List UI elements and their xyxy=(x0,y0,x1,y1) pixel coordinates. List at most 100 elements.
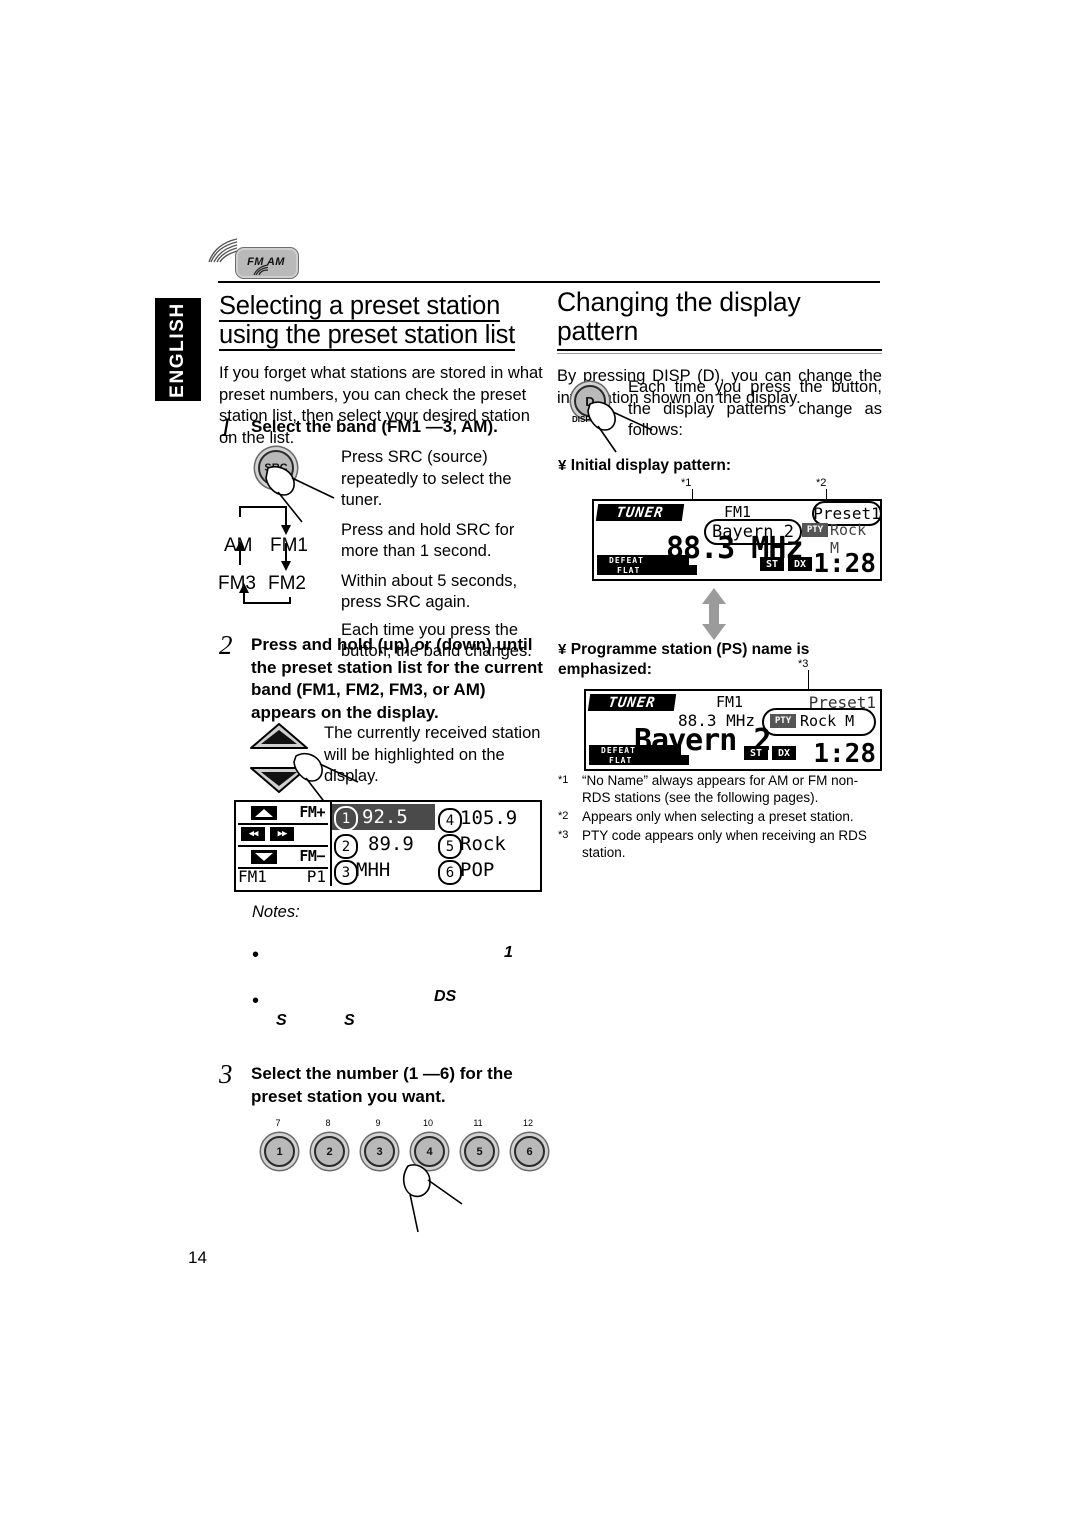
notes-fragment-2: DS xyxy=(434,988,457,1005)
notes-bullet-2: • xyxy=(252,990,260,1012)
right-heading-rule xyxy=(557,349,882,354)
lcd-fm-minus-label: FM− xyxy=(299,847,325,865)
left-heading-text: Selecting a preset station using the pre… xyxy=(219,292,516,351)
band-fm3: FM3 xyxy=(218,573,256,594)
footnotes-block: *1 “No Name” always appears for AM or FM… xyxy=(558,772,884,861)
number-buttons-row: 7 8 9 10 11 12 1 2 3 4 5 6 xyxy=(256,1118,546,1233)
preset-entry-text-6: POP xyxy=(460,859,495,881)
notes-fragment-1: 1 xyxy=(504,944,513,961)
lcd1-defeat: DEFEAT xyxy=(597,555,689,565)
lcd-preset-label: P1 xyxy=(306,867,326,886)
lcd2-defeat: DEFEAT xyxy=(589,745,681,755)
lcd2-st: ST xyxy=(744,746,768,760)
preset-entry-text-5: Rock xyxy=(460,833,506,855)
step-2-paragraph: The currently received station will be h… xyxy=(324,723,546,788)
number-button-4-label: 4 xyxy=(426,1145,433,1158)
lcd2-pty-pill: PTY Rock M xyxy=(762,708,876,736)
pattern1-label: Initial display pattern: xyxy=(570,457,731,474)
band-fm2: FM2 xyxy=(268,573,306,594)
notes-title: Notes: xyxy=(252,903,300,921)
lcd1-dx: DX xyxy=(788,557,812,571)
preset-entry-text-4: 105.9 xyxy=(460,807,518,829)
preset-entry-number-5[interactable]: 5 xyxy=(438,834,462,859)
number-button-3-label: 3 xyxy=(376,1145,383,1158)
number-button-2[interactable]: 2 xyxy=(314,1136,345,1167)
number-button-5[interactable]: 5 xyxy=(464,1136,495,1167)
lcd1-clock: 1:28 xyxy=(813,549,876,579)
lcd-down-icon xyxy=(251,850,277,864)
right-intro2: Each time you press the button, the disp… xyxy=(628,378,882,439)
pattern2-label: Programme station (PS) name is emphasize… xyxy=(558,641,810,678)
lcd1-pty-badge: PTY xyxy=(802,523,828,537)
footnote-1-mark: *1 xyxy=(558,774,569,786)
step-1-para-2: Press and hold SRC for more than 1 secon… xyxy=(341,520,515,561)
number-callout-10: 10 xyxy=(422,1118,433,1128)
pattern2-label-row: ¥ Programme station (PS) name is emphasi… xyxy=(558,640,878,680)
band-loop-diagram: AM FM1 FM3 FM2 xyxy=(218,505,338,605)
step-2: 2 Press and hold (up) or (down) until th… xyxy=(219,630,551,724)
lcd1-marker-2: *2 xyxy=(816,477,827,489)
number-callout-12: 12 xyxy=(522,1118,533,1128)
preset-entry-text-3: MHH xyxy=(356,859,391,881)
notes-fragment-3: S xyxy=(276,1012,287,1029)
lcd-ps-emphasized: TUNER FM1 Preset1 88.3 MHz PTY Rock M Ba… xyxy=(584,689,882,771)
preset-entry-number-2[interactable]: 2 xyxy=(334,834,358,859)
step-3: 3 Select the number (1 —6) for the prese… xyxy=(219,1059,551,1108)
footnote-3-text: PTY code appears only when receiving an … xyxy=(582,828,867,860)
preset-entry-number-4[interactable]: 4 xyxy=(438,808,462,833)
step-1-para-1: Press SRC (source) repeatedly to select … xyxy=(341,448,512,509)
number-button-6[interactable]: 6 xyxy=(514,1136,545,1167)
lcd2-flat: FLAT xyxy=(589,755,689,765)
lcd-band-label: FM1 xyxy=(238,867,267,886)
preset-list-lcd: FM+ ◀◀ ▶▶ FM− FM1 P1 1 92.5 4 105.9 2 89… xyxy=(234,800,542,892)
lcd-prev-icon: ◀◀ xyxy=(241,827,265,841)
right-heading-text: Changing the display pattern xyxy=(557,287,801,346)
lcd2-pty-text: Rock M xyxy=(800,712,855,730)
lcd-up-icon xyxy=(251,806,277,820)
preset-entry-text-1: 92.5 xyxy=(362,806,408,828)
lcd2-band: FM1 xyxy=(716,693,744,711)
language-tab: ENGLISH xyxy=(155,298,201,401)
preset-entry-text-2: 89.9 xyxy=(368,833,414,855)
preset-entry-number-1[interactable]: 1 xyxy=(334,806,358,831)
number-callout-8: 8 xyxy=(325,1118,331,1128)
footnote-2-mark: *2 xyxy=(558,810,569,822)
lcd-fm-plus-label: FM+ xyxy=(299,803,325,821)
lcd2-pty-badge: PTY xyxy=(770,714,796,728)
step-2-number: 2 xyxy=(219,630,233,660)
fm-am-section-icon: FM AM xyxy=(207,238,317,284)
preset-entry-number-6[interactable]: 6 xyxy=(438,860,462,885)
pattern1-label-row: ¥ Initial display pattern: xyxy=(558,457,888,475)
notes-fragment-4: S xyxy=(344,1012,355,1029)
pattern1-bullet: ¥ xyxy=(558,457,567,474)
step-1-number: 1 xyxy=(219,412,233,442)
lcd-next-icon: ▶▶ xyxy=(270,827,294,841)
page-number: 14 xyxy=(188,1248,207,1267)
step-1: 1 Select the band (FM1 —3, AM). xyxy=(219,412,549,442)
lcd-initial-pattern: TUNER FM1 Preset1 Bayern 2 PTY Rock M 88… xyxy=(592,499,882,581)
finger-pointer-icon-3 xyxy=(402,1164,463,1233)
footnote-1-text: “No Name” always appears for AM or FM no… xyxy=(582,773,859,805)
band-fm1: FM1 xyxy=(270,535,308,556)
step-3-number: 3 xyxy=(219,1059,233,1089)
lcd2-clock: 1:28 xyxy=(813,739,876,769)
lcd1-st: ST xyxy=(760,557,784,571)
lcd1-marker-1: *1 xyxy=(681,477,692,489)
header-rule xyxy=(218,281,880,283)
step-1-title: Select the band (FM1 —3, AM). xyxy=(251,417,498,436)
notes-block: Notes: • 1 • DS S S xyxy=(252,903,542,1038)
number-button-6-label: 6 xyxy=(526,1145,533,1158)
lcd1-source: TUNER xyxy=(595,504,685,521)
preset-entry-number-3[interactable]: 3 xyxy=(334,860,358,885)
step-3-title: Select the number (1 —6) for the preset … xyxy=(251,1064,513,1106)
number-button-1[interactable]: 1 xyxy=(264,1136,295,1167)
footnote-2-text: Appears only when selecting a preset sta… xyxy=(582,809,854,824)
number-callout-9: 9 xyxy=(375,1118,381,1128)
number-callout-7: 7 xyxy=(275,1118,281,1128)
number-button-5-label: 5 xyxy=(476,1145,483,1158)
number-button-2-label: 2 xyxy=(326,1145,333,1158)
number-callout-11: 11 xyxy=(473,1118,483,1128)
notes-bullet-1: • xyxy=(252,944,260,966)
step-1-para-3: Within about 5 seconds, press SRC again. xyxy=(341,571,518,612)
small-waves-icon xyxy=(253,264,269,276)
